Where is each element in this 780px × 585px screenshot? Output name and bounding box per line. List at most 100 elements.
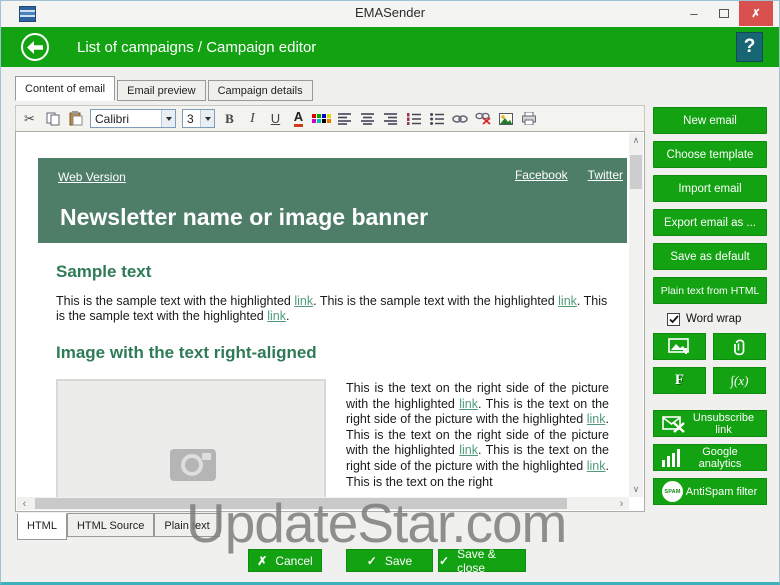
email-editor-canvas[interactable]: Web Version Facebook Twitter Newsletter … — [15, 131, 645, 512]
scroll-up-icon[interactable]: ∧ — [629, 133, 643, 148]
attachment-button[interactable] — [713, 333, 766, 360]
formatting-toolbar: ✂ Calibri 3 B I U A — [15, 105, 645, 132]
font-size-select[interactable]: 3 — [182, 109, 215, 128]
app-window: EMASender – ✗ List of campaigns / Campai… — [0, 0, 780, 585]
wordart-button[interactable]: F — [653, 367, 706, 394]
page-header: List of campaigns / Campaign editor ? — [1, 27, 779, 67]
minimize-button[interactable]: – — [679, 1, 709, 26]
tab-campaign-details[interactable]: Campaign details — [208, 80, 313, 101]
close-button[interactable]: ✗ — [739, 1, 773, 26]
bullet-list-icon[interactable] — [426, 108, 447, 129]
check-icon: ✓ — [439, 554, 449, 568]
save-button[interactable]: ✓ Save — [346, 549, 433, 572]
breadcrumb: List of campaigns / Campaign editor — [77, 39, 316, 56]
palette-icon[interactable] — [311, 108, 332, 129]
word-wrap-label: Word wrap — [686, 313, 741, 325]
titlebar: EMASender – ✗ — [1, 1, 779, 27]
export-email-button[interactable]: Export email as ... — [653, 209, 767, 236]
tab-html[interactable]: HTML — [17, 513, 67, 540]
font-size-dropdown-icon[interactable] — [200, 110, 214, 127]
font-family-select[interactable]: Calibri — [90, 109, 176, 128]
insert-picture-icon — [668, 338, 692, 355]
import-email-button[interactable]: Import email — [653, 175, 767, 202]
choose-template-button[interactable]: Choose template — [653, 141, 767, 168]
attachment-icon — [732, 337, 748, 357]
numbered-list-icon[interactable] — [403, 108, 424, 129]
email-preview-content: Web Version Facebook Twitter Newsletter … — [16, 132, 629, 498]
bold-button[interactable]: B — [219, 108, 240, 129]
insert-image-icon[interactable] — [495, 108, 516, 129]
tab-content-of-email[interactable]: Content of email — [15, 76, 115, 101]
image-section-heading: Image with the text right-aligned — [56, 343, 609, 363]
horizontal-scrollbar[interactable]: ‹ › — [17, 497, 629, 510]
view-mode-tabstrip: HTML HTML Source Plain text — [17, 513, 220, 540]
font-color-button[interactable]: A — [288, 108, 309, 129]
save-and-close-button[interactable]: ✓ Save & close — [438, 549, 526, 572]
twitter-link[interactable]: Twitter — [588, 168, 623, 182]
vertical-scroll-thumb[interactable] — [630, 155, 642, 189]
paste-icon[interactable] — [65, 108, 86, 129]
print-icon[interactable] — [518, 108, 539, 129]
check-icon: ✓ — [367, 554, 377, 568]
inline-link[interactable]: link — [587, 459, 606, 473]
tab-plain-text[interactable]: Plain text — [154, 513, 219, 537]
email-banner: Web Version Facebook Twitter Newsletter … — [38, 158, 627, 243]
cut-icon[interactable]: ✂ — [19, 108, 40, 129]
font-family-value: Calibri — [91, 112, 161, 126]
copy-icon[interactable] — [42, 108, 63, 129]
align-left-icon[interactable] — [334, 108, 355, 129]
newsletter-title: Newsletter name or image banner — [60, 204, 428, 231]
align-center-icon[interactable] — [357, 108, 378, 129]
sample-text-heading: Sample text — [56, 262, 609, 282]
vertical-scrollbar[interactable]: ∧ ∨ — [629, 133, 643, 497]
actions-sidebar: New email Choose template Import email E… — [653, 107, 767, 512]
insert-picture-button[interactable] — [653, 333, 706, 360]
inline-link[interactable]: link — [459, 397, 478, 411]
inline-link[interactable]: link — [558, 294, 577, 308]
font-family-dropdown-icon[interactable] — [161, 110, 175, 127]
unsubscribe-link-button[interactable]: Unsubscribe link — [653, 410, 767, 437]
unsubscribe-envelope-icon — [662, 415, 687, 433]
underline-button[interactable]: U — [265, 108, 286, 129]
plain-text-from-html-button[interactable]: Plain text from HTML — [653, 277, 767, 304]
checkbox-checked-icon[interactable] — [667, 313, 680, 326]
unlink-icon[interactable] — [472, 108, 493, 129]
wordart-icon: F — [675, 372, 684, 389]
maximize-icon — [719, 9, 729, 18]
italic-button[interactable]: I — [242, 108, 263, 129]
save-as-default-button[interactable]: Save as default — [653, 243, 767, 270]
tab-html-source[interactable]: HTML Source — [67, 513, 154, 537]
back-button[interactable] — [21, 33, 49, 61]
sample-paragraph: This is the sample text with the highlig… — [56, 294, 609, 324]
window-title: EMASender — [1, 5, 779, 20]
align-right-icon[interactable] — [380, 108, 401, 129]
image-placeholder[interactable] — [56, 379, 326, 498]
help-button[interactable]: ? — [736, 32, 763, 62]
inline-link[interactable]: link — [459, 443, 478, 457]
scroll-down-icon[interactable]: ∨ — [629, 482, 643, 497]
scroll-left-icon[interactable]: ‹ — [17, 497, 32, 510]
cancel-button[interactable]: ✗ Cancel — [248, 549, 322, 572]
function-icon: ∫(x) — [731, 373, 749, 389]
camera-icon — [170, 449, 216, 481]
facebook-link[interactable]: Facebook — [515, 168, 568, 182]
word-wrap-toggle[interactable]: Word wrap — [653, 311, 767, 327]
antispam-filter-button[interactable]: SPAM AntiSpam filter — [653, 478, 767, 505]
horizontal-scroll-thumb[interactable] — [35, 498, 567, 509]
scroll-right-icon[interactable]: › — [614, 497, 629, 510]
back-arrow-icon — [27, 41, 43, 54]
new-email-button[interactable]: New email — [653, 107, 767, 134]
google-analytics-button[interactable]: Google analytics — [653, 444, 767, 471]
inline-link[interactable]: link — [267, 309, 286, 323]
tab-email-preview[interactable]: Email preview — [117, 80, 205, 101]
top-tabstrip: Content of email Email preview Campaign … — [15, 76, 315, 101]
inline-link[interactable]: link — [294, 294, 313, 308]
font-size-value: 3 — [183, 112, 200, 126]
web-version-link[interactable]: Web Version — [58, 170, 126, 184]
maximize-button[interactable] — [709, 1, 739, 26]
link-icon[interactable] — [449, 108, 470, 129]
inline-link[interactable]: link — [587, 412, 606, 426]
right-aligned-paragraph: This is the text on the right side of th… — [346, 381, 609, 498]
spam-stamp-icon: SPAM — [662, 481, 683, 502]
function-button[interactable]: ∫(x) — [713, 367, 766, 394]
